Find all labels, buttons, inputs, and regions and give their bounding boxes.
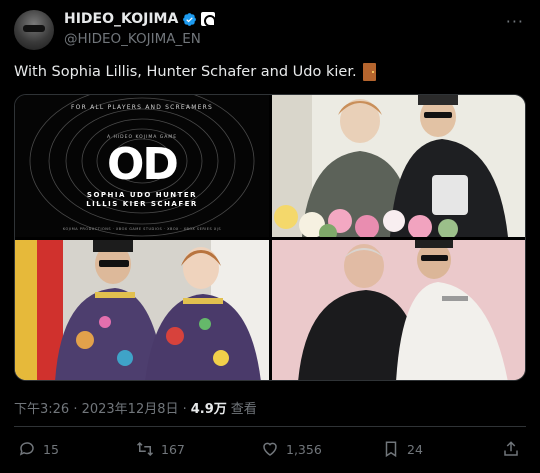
retweet-icon: [136, 441, 154, 457]
tweet-meta: 下午3:26 · 2023年12月8日 · 4.9万 查看: [14, 398, 257, 417]
author-handle[interactable]: @HIDEO_KOJIMA_EN: [64, 31, 201, 47]
heart-icon: [263, 442, 277, 456]
poster-logos: KOJIMA PRODUCTIONS · XBOX GAME STUDIOS ·…: [62, 227, 222, 231]
bookmark-button[interactable]: 24: [382, 440, 423, 458]
like-button[interactable]: 1,356: [261, 440, 322, 458]
reply-icon: [19, 442, 34, 456]
view-count-label: 查看: [230, 402, 257, 417]
poster-title: OD: [107, 139, 179, 190]
tweet-header: HIDEO_KOJIMA @HIDEO_KOJIMA_EN ···: [14, 10, 526, 50]
poster-tagline: FOR ALL PLAYERS AND SCREAMERS: [71, 104, 213, 111]
share-button[interactable]: [502, 440, 520, 458]
photo-4-illustration: [272, 240, 525, 380]
retweet-count: 167: [161, 441, 185, 457]
author-name-row: HIDEO_KOJIMA: [64, 11, 217, 27]
tweet-text-body: With Sophia Lillis, Hunter Schafer and U…: [14, 64, 357, 80]
media-image-od-poster[interactable]: FOR ALL PLAYERS AND SCREAMERS A HIDEO KO…: [15, 95, 269, 237]
affiliation-badge-icon[interactable]: [201, 12, 217, 27]
reply-count: 15: [43, 441, 59, 457]
verified-badge-icon: [183, 12, 197, 26]
avatar[interactable]: [14, 10, 54, 50]
share-icon: [504, 441, 518, 456]
view-count: 4.9万: [190, 402, 227, 417]
tweet-timestamp[interactable]: 下午3:26 · 2023年12月8日 ·: [14, 398, 187, 417]
action-bar: 15 167 1,356 24: [18, 440, 526, 462]
avatar-glasses: [23, 25, 45, 32]
media-image-photo-2[interactable]: [272, 95, 525, 237]
media-grid: FOR ALL PLAYERS AND SCREAMERS A HIDEO KO…: [14, 94, 526, 381]
poster-cast-line2: LILLIS KIER SCHAFER: [86, 200, 198, 208]
author-name[interactable]: HIDEO_KOJIMA: [64, 11, 178, 27]
retweet-button[interactable]: 167: [136, 440, 185, 458]
photo-3-illustration: [15, 240, 269, 380]
photo-2-illustration: [272, 95, 525, 237]
media-image-photo-4[interactable]: [272, 240, 525, 380]
door-icon: [362, 63, 376, 81]
more-options-icon[interactable]: ···: [506, 12, 524, 31]
like-count: 1,356: [286, 441, 322, 457]
poster-cast-line1: SOPHIA UDO HUNTER: [86, 191, 198, 199]
reply-button[interactable]: 15: [18, 440, 59, 458]
tweet-text: With Sophia Lillis, Hunter Schafer and U…: [14, 63, 376, 81]
bookmark-icon: [385, 441, 397, 458]
media-image-photo-3[interactable]: [15, 240, 269, 380]
divider: [14, 426, 526, 427]
poster-cast: SOPHIA UDO HUNTER LILLIS KIER SCHAFER: [15, 191, 269, 209]
bookmark-count: 24: [407, 441, 423, 457]
